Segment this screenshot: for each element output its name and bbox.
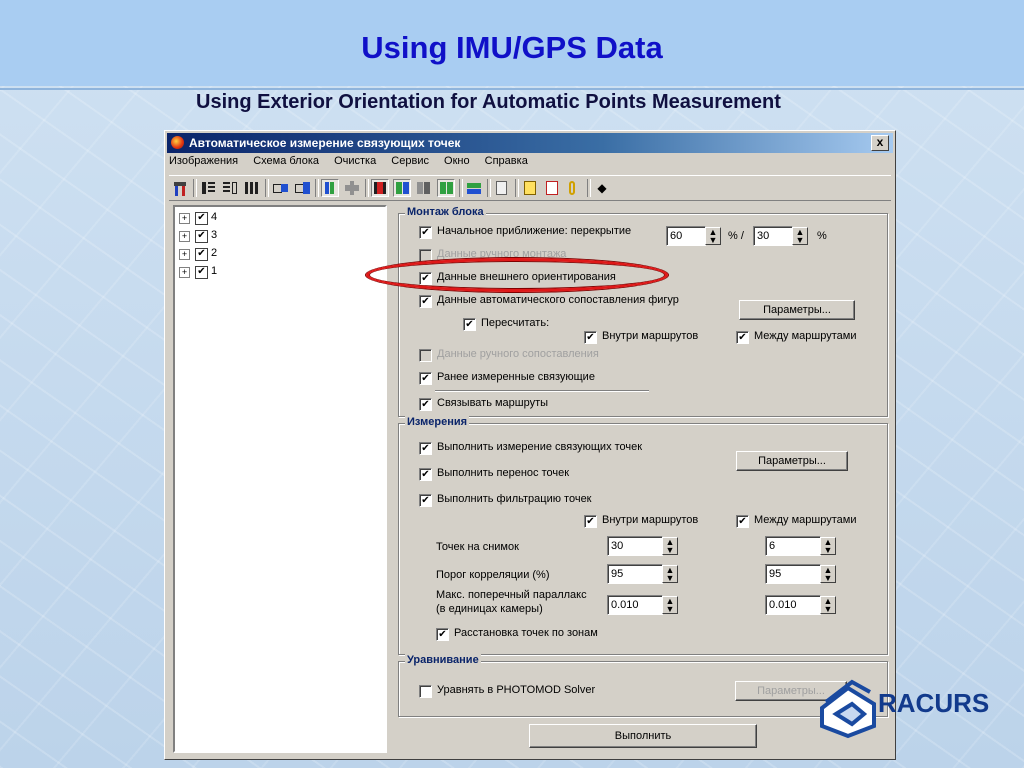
menu-clear[interactable]: Очистка [334, 155, 376, 167]
spin-arrows-icon[interactable]: ▲ ▼ [792, 227, 808, 245]
app-window: Автоматическое измерение связующих точек… [164, 130, 896, 760]
chain-icon[interactable] [565, 179, 583, 197]
window-title: Автоматическое измерение связующих точек [189, 136, 461, 150]
toolbar-separator [265, 179, 269, 197]
header-divider [0, 88, 1024, 90]
block-tree[interactable]: + ✔ 4 + ✔ 3 + ✔ 2 + ✔ 1 [173, 205, 387, 753]
check-select-icon[interactable] [271, 179, 289, 197]
spin-arrows-icon[interactable]: ▲ ▼ [662, 596, 678, 614]
grid-icon[interactable] [243, 179, 261, 197]
points-between-spinner[interactable]: 6 ▲ ▼ [765, 536, 837, 556]
tree-item-label: 1 [211, 265, 218, 277]
tree-checkbox[interactable]: ✔ [195, 230, 208, 243]
toolbar-separator [193, 179, 197, 197]
mount-legend: Монтаж блока [405, 206, 486, 218]
parallax-within-field[interactable]: 0.010 [607, 595, 663, 615]
menubar: Изображения Схема блока Очистка Сервис О… [169, 155, 540, 173]
overlap2-field[interactable]: 30 [753, 226, 793, 246]
points-between-field[interactable]: 6 [765, 536, 821, 556]
tree-item-label: 4 [211, 211, 218, 223]
tree-checkbox[interactable]: ✔ [195, 248, 208, 261]
stack-icon[interactable] [465, 179, 483, 197]
toolbar-separator [587, 179, 591, 197]
points-within-spinner[interactable]: 30 ▲ ▼ [607, 536, 679, 556]
adjust-legend: Уравнивание [405, 654, 481, 666]
mount-params-button[interactable]: Параметры... [739, 300, 855, 320]
pair-red-icon[interactable] [371, 179, 389, 197]
slide-title: Using IMU/GPS Data [361, 30, 663, 65]
expand-icon[interactable]: + [179, 213, 190, 224]
overlap1-field[interactable]: 60 [666, 226, 706, 246]
pair-grey-icon[interactable] [415, 179, 433, 197]
measure-params-button[interactable]: Параметры... [736, 451, 848, 471]
tree-item-label: 3 [211, 229, 218, 241]
separator-line [435, 390, 649, 392]
doc-red-icon[interactable] [543, 179, 561, 197]
toolbar: ◆ [169, 175, 891, 201]
points-within-field[interactable]: 30 [607, 536, 663, 556]
app-icon [171, 136, 184, 149]
block-icon[interactable] [171, 179, 189, 197]
columns-icon[interactable] [221, 179, 239, 197]
tree-item-label: 2 [211, 247, 218, 259]
toolbar-separator [365, 179, 369, 197]
expand-icon[interactable]: + [179, 231, 190, 242]
spin-arrows-icon[interactable]: ▲ ▼ [820, 537, 836, 555]
overlap-separator: % / [728, 230, 744, 242]
measure-group: Измерения ✔ Выполнить измерение связующих… [398, 416, 888, 655]
strip-mode-icon[interactable] [321, 179, 339, 197]
menu-window[interactable]: Окно [444, 155, 470, 167]
run-button[interactable]: Выполнить [529, 724, 757, 748]
overlap1-spinner[interactable]: 60 ▲ ▼ [666, 226, 722, 246]
tree-checkbox[interactable]: ✔ [195, 266, 208, 279]
overlap2-spinner[interactable]: 30 ▲ ▼ [753, 226, 809, 246]
corr-within-field[interactable]: 95 [607, 564, 663, 584]
refresh-icon[interactable] [493, 179, 511, 197]
corr-between-field[interactable]: 95 [765, 564, 821, 584]
expand-icon[interactable]: + [179, 249, 190, 260]
points-per-image-label: Точек на снимок [436, 541, 519, 553]
spin-arrows-icon[interactable]: ▲ ▼ [820, 596, 836, 614]
select-blue-icon[interactable] [293, 179, 311, 197]
mount-group: Монтаж блока ✔ Начальное приближение: пер… [398, 206, 888, 417]
spin-arrows-icon[interactable]: ▲ ▼ [662, 537, 678, 555]
join-icon[interactable] [343, 179, 361, 197]
measure-legend: Измерения [405, 416, 470, 428]
menu-help[interactable]: Справка [485, 155, 528, 167]
doc-yellow-icon[interactable] [521, 179, 539, 197]
corr-within-spinner[interactable]: 95 ▲ ▼ [607, 564, 679, 584]
corr-between-spinner[interactable]: 95 ▲ ▼ [765, 564, 837, 584]
toolbar-separator [515, 179, 519, 197]
parallax-between-field[interactable]: 0.010 [765, 595, 821, 615]
correlation-label: Порог корреляции (%) [436, 569, 550, 581]
up-down-icon[interactable]: ◆ [593, 179, 611, 197]
menu-service[interactable]: Сервис [391, 155, 429, 167]
spin-arrows-icon[interactable]: ▲ ▼ [820, 565, 836, 583]
expand-icon[interactable]: + [179, 267, 190, 278]
list-icon[interactable] [199, 179, 217, 197]
spin-arrows-icon[interactable]: ▲ ▼ [705, 227, 721, 245]
toolbar-separator [315, 179, 319, 197]
parallax-within-spinner[interactable]: 0.010 ▲ ▼ [607, 595, 679, 615]
tree-checkbox[interactable]: ✔ [195, 212, 208, 225]
window-titlebar[interactable]: Автоматическое измерение связующих точек… [167, 133, 893, 153]
toolbar-separator [459, 179, 463, 197]
pair-green-icon[interactable] [393, 179, 411, 197]
close-button[interactable]: x [871, 135, 889, 151]
pair-mixed-icon[interactable] [437, 179, 455, 197]
parallax-label: Макс. поперечный параллакс [436, 589, 587, 601]
racurs-logo-text: RACURS [878, 688, 990, 718]
parallax-units-label: (в единицах камеры) [436, 603, 543, 615]
toolbar-separator [487, 179, 491, 197]
menu-block-scheme[interactable]: Схема блока [253, 155, 319, 167]
spin-arrows-icon[interactable]: ▲ ▼ [662, 565, 678, 583]
highlight-ellipse [366, 258, 668, 292]
menu-images[interactable]: Изображения [169, 155, 238, 167]
percent-label: % [817, 230, 827, 242]
slide-subtitle: Using Exterior Orientation for Automatic… [196, 91, 781, 113]
parallax-between-spinner[interactable]: 0.010 ▲ ▼ [765, 595, 837, 615]
